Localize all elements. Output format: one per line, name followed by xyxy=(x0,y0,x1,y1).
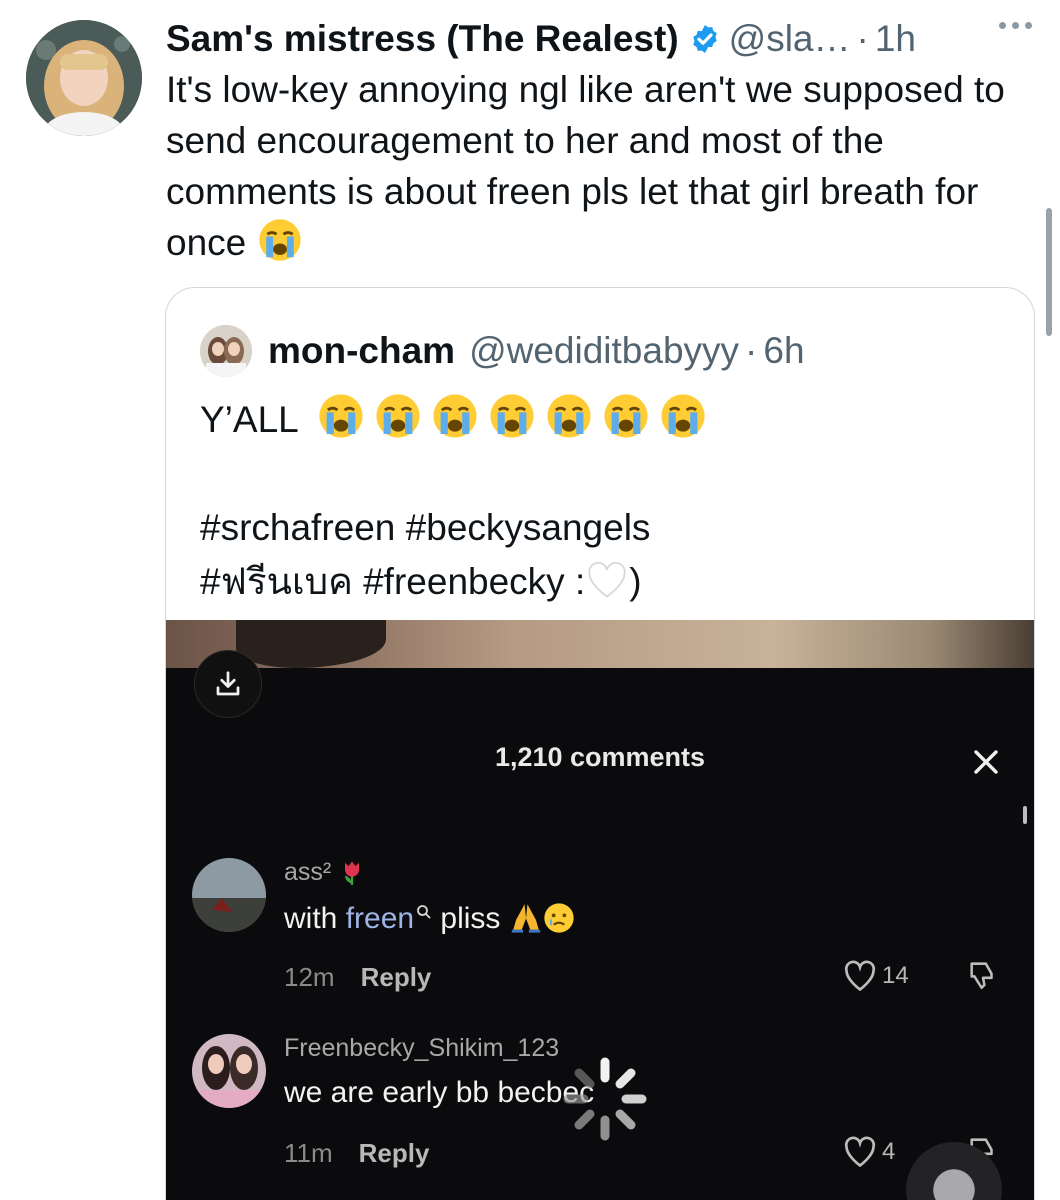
comment-time: 12m xyxy=(284,962,335,992)
quoted-text: Y’ALL #srchafreen #beckysangels #ฟรีนเบค… xyxy=(200,392,1000,609)
tweet-text: It's low-key annoying ngl like aren't we… xyxy=(166,64,1026,268)
close-icon[interactable] xyxy=(968,744,1004,780)
video-hair-shape xyxy=(236,620,386,668)
tweet-page: Sam's mistress (The Realest) @sla… · 1h … xyxy=(0,0,1060,1200)
quoted-hashtags-2b: ) xyxy=(629,561,642,602)
comment-username-text[interactable]: ass² xyxy=(284,858,331,886)
like-count: 4 xyxy=(882,1138,896,1165)
comment-text-a: with xyxy=(284,902,346,935)
comment-time: 11m xyxy=(284,1138,333,1168)
quoted-handle[interactable]: @wediditbabyyy xyxy=(469,330,739,372)
loudly-crying-face-icon xyxy=(376,394,420,438)
reply-button[interactable]: Reply xyxy=(359,1138,430,1168)
more-options-icon[interactable] xyxy=(999,22,1032,29)
comment-username[interactable]: Freenbecky_Shikim_123 xyxy=(284,1034,559,1063)
mention-text[interactable]: freen xyxy=(346,902,414,935)
loudly-crying-face-icon xyxy=(490,394,534,438)
comment-text: with freen pliss xyxy=(284,900,575,936)
quoted-yall: Y’ALL xyxy=(200,399,298,440)
quoted-hashtags-1[interactable]: #srchafreen #beckysangels xyxy=(200,501,1000,555)
comments-count: 1,210 comments xyxy=(494,742,706,772)
sheet-scroll-indicator xyxy=(1023,806,1027,824)
tulip-icon xyxy=(345,861,360,885)
loudly-crying-face-icon xyxy=(604,394,648,438)
like-button[interactable]: 4 xyxy=(842,1134,895,1170)
white-heart-icon xyxy=(588,561,626,598)
heart-icon xyxy=(844,1136,876,1168)
comment-avatar[interactable] xyxy=(192,1034,266,1108)
reply-button[interactable]: Reply xyxy=(361,962,432,992)
video-player[interactable]: 1,210 comments ass² with freen pliss 12m… xyxy=(166,620,1034,1200)
mention-link[interactable]: freen xyxy=(346,902,432,935)
download-icon xyxy=(216,671,240,696)
download-button[interactable] xyxy=(194,650,262,718)
quoted-tweet-card[interactable]: mon-cham @wediditbabyyy · 6h Y’ALL #srch… xyxy=(165,287,1035,1200)
heart-icon xyxy=(844,960,876,992)
crying-face-icon xyxy=(544,903,574,933)
quoted-separator-dot: · xyxy=(745,330,758,371)
quoted-time[interactable]: 6h xyxy=(763,330,804,372)
author-avatar[interactable] xyxy=(26,20,142,136)
comment-username[interactable]: ass² xyxy=(284,858,366,887)
comments-sheet: 1,210 comments ass² with freen pliss 12m… xyxy=(166,668,1034,1200)
display-name[interactable]: Sam's mistress (The Realest) xyxy=(166,18,679,60)
quoted-line-1: Y’ALL xyxy=(200,392,1000,447)
quoted-blank-line xyxy=(200,447,1000,501)
like-count: 14 xyxy=(882,962,909,989)
like-button[interactable]: 14 xyxy=(842,958,909,994)
loudly-crying-face-icon xyxy=(319,394,363,438)
loudly-crying-face-icon xyxy=(547,394,591,438)
loading-spinner-icon xyxy=(563,1057,647,1141)
separator-dot: · xyxy=(856,18,869,59)
search-icon xyxy=(417,905,431,919)
comment-avatar[interactable] xyxy=(192,858,266,932)
quoted-avatar[interactable] xyxy=(200,325,252,377)
scrollbar-thumb[interactable] xyxy=(1046,208,1052,336)
comment-meta: 11m Reply xyxy=(284,1138,429,1169)
handle[interactable]: @sla… xyxy=(729,18,851,60)
comment-meta: 12m Reply xyxy=(284,962,431,993)
video-background xyxy=(166,620,1034,668)
loudly-crying-face-icon xyxy=(433,394,477,438)
quoted-hashtags-2[interactable]: #ฟรีนเบค #freenbecky : ) xyxy=(200,555,1000,609)
tweet-time[interactable]: 1h xyxy=(875,18,916,60)
loudly-crying-face-icon xyxy=(661,394,705,438)
dislike-icon[interactable] xyxy=(966,958,1000,992)
crying-emoji-row xyxy=(308,394,707,440)
folded-hands-icon xyxy=(511,904,540,933)
comment-text: we are early bb becbec xyxy=(284,1076,595,1109)
loudly-crying-face-icon xyxy=(258,219,301,261)
quoted-header: mon-cham @wediditbabyyy · 6h xyxy=(200,324,805,378)
comment-text-b: pliss xyxy=(432,902,501,935)
verified-badge-icon xyxy=(692,25,717,53)
tweet-header: Sam's mistress (The Realest) @sla… · 1h xyxy=(166,14,1046,64)
quoted-hashtags-2a[interactable]: #ฟรีนเบค #freenbecky : xyxy=(200,561,585,602)
quoted-display-name[interactable]: mon-cham xyxy=(268,330,455,372)
